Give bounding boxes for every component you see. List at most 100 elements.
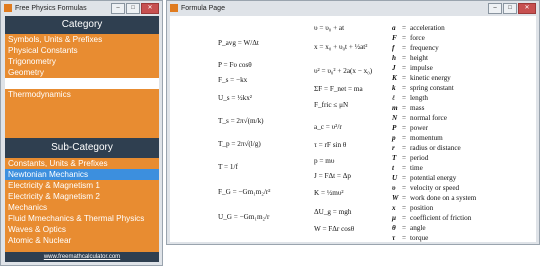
legend-desc: radius or distance xyxy=(410,144,461,152)
title-bar[interactable]: Free Physics Formulas – □ ✕ xyxy=(1,1,162,15)
legend-symbol: υ xyxy=(392,184,396,192)
formulas-window: Free Physics Formulas – □ ✕ Category Sym… xyxy=(0,0,163,266)
footer-bar: www.freemathcalculator.com xyxy=(5,252,159,262)
legend-desc: torque xyxy=(410,234,429,242)
formula: U_s = ½kx² xyxy=(218,94,252,102)
legend-symbol: θ xyxy=(392,224,396,232)
maximize-button[interactable]: □ xyxy=(126,2,140,14)
legend-desc: kinetic energy xyxy=(410,74,451,82)
formula: K = ½mυ² xyxy=(314,189,344,197)
legend-desc: velocity or speed xyxy=(410,184,460,192)
legend-desc: position xyxy=(410,204,434,212)
formula: J = FΔt = Δp xyxy=(314,172,351,180)
subcategory-item[interactable]: Mechanics xyxy=(5,202,159,213)
legend-desc: work done on a system xyxy=(410,194,477,202)
legend-symbol: t xyxy=(392,164,394,172)
formula: τ = rF sin θ xyxy=(314,141,347,149)
legend-symbol: f xyxy=(392,44,395,52)
formula: ΔU_g = mgh xyxy=(314,208,352,216)
formula: P = Fυ cosθ xyxy=(218,61,252,69)
formula: F_G = −Gm₁m₂/r² xyxy=(218,188,271,196)
formula: a_c = υ²/r xyxy=(314,123,342,131)
legend-desc: impulse xyxy=(410,64,433,72)
legend-symbol: τ xyxy=(392,234,396,242)
formula: T_s = 2π√(m/k) xyxy=(218,117,264,125)
close-button[interactable]: ✕ xyxy=(518,2,536,14)
legend-desc: height xyxy=(410,54,428,62)
app-icon xyxy=(170,4,178,12)
legend-desc: period xyxy=(410,154,429,162)
legend-symbol: ℓ xyxy=(392,94,396,102)
legend-symbol: μ xyxy=(392,214,396,222)
legend-desc: power xyxy=(410,124,428,132)
formula: υ² = υ₀² + 2a(x − x₀) xyxy=(314,67,373,75)
minimize-button[interactable]: – xyxy=(488,2,502,14)
legend-desc: spring constant xyxy=(410,84,454,92)
app-icon xyxy=(4,4,12,12)
formula-sheet: P_avg = W/Δt P = Fυ cosθ F_s = −kx U_s =… xyxy=(170,16,536,242)
legend-symbol: a xyxy=(392,24,396,32)
legend-desc: mass xyxy=(410,104,425,112)
legend-desc: angle xyxy=(410,224,426,232)
legend-symbol: h xyxy=(392,54,396,62)
legend-desc: potential energy xyxy=(410,174,457,182)
minimize-button[interactable]: – xyxy=(111,2,125,14)
subcategory-header: Sub-Category xyxy=(5,138,159,158)
legend-desc: force xyxy=(410,34,425,42)
legend-symbol: m xyxy=(392,104,398,112)
window-title: Formula Page xyxy=(181,4,225,12)
legend-symbol: N xyxy=(392,114,398,122)
website-link[interactable]: www.freemathcalculator.com xyxy=(44,254,120,260)
formula: T = 1/f xyxy=(218,163,238,171)
legend-symbol: J xyxy=(392,64,396,72)
subcategory-item[interactable]: Atomic & Nuclear xyxy=(5,235,159,246)
category-item[interactable]: Geometry xyxy=(5,67,159,78)
subcategory-item-selected[interactable]: Newtonian Mechanics xyxy=(5,169,159,180)
formula-page-window: Formula Page – □ ✕ P_avg = W/Δt P = Fυ c… xyxy=(166,0,540,245)
subcategory-item[interactable]: Constants, Units & Prefixes xyxy=(5,158,159,169)
legend-desc: coefficient of friction xyxy=(410,214,472,222)
category-item[interactable]: Symbols, Units & Prefixes xyxy=(5,34,159,45)
legend-symbol: P xyxy=(392,124,397,132)
category-item[interactable]: Thermodynamics xyxy=(5,89,159,100)
formula: F_fric ≤ μN xyxy=(314,101,349,109)
subcategory-item[interactable]: Waves & Optics xyxy=(5,224,159,235)
legend-symbol: F xyxy=(392,34,397,42)
formula: υ = υ₀ + at xyxy=(314,24,345,32)
window-title: Free Physics Formulas xyxy=(15,4,87,12)
formula: p = mυ xyxy=(314,157,335,165)
category-item-selected[interactable] xyxy=(5,78,159,89)
legend-symbol: W xyxy=(392,194,399,202)
title-bar[interactable]: Formula Page – □ ✕ xyxy=(167,1,539,15)
subcategory-item[interactable]: Electricity & Magnetism 2 xyxy=(5,191,159,202)
legend-symbol: T xyxy=(392,154,397,162)
legend-symbol: x xyxy=(392,204,396,212)
formula: ΣF = F_net = ma xyxy=(314,85,363,93)
legend-symbol: K xyxy=(392,74,397,82)
formula: x = x₀ + υ₀t + ½at² xyxy=(314,43,368,51)
formula: T_p = 2π√(l/g) xyxy=(218,140,261,148)
legend-desc: length xyxy=(410,94,428,102)
maximize-button[interactable]: □ xyxy=(503,2,517,14)
category-list: Symbols, Units & Prefixes Physical Const… xyxy=(5,34,159,100)
legend-symbol: r xyxy=(392,144,395,152)
subcategory-item[interactable]: Electricity & Magnetism 1 xyxy=(5,180,159,191)
formula: U_G = −Gm₁m₂/r xyxy=(218,213,270,221)
category-header: Category xyxy=(5,16,159,34)
main-panel: Category Symbols, Units & Prefixes Physi… xyxy=(5,16,159,262)
close-button[interactable]: ✕ xyxy=(141,2,159,14)
legend-desc: momentum xyxy=(410,134,443,142)
legend-desc: frequency xyxy=(410,44,439,52)
legend-desc: time xyxy=(410,164,423,172)
subcategory-item[interactable]: Fluid Mmechanics & Thermal Physics xyxy=(5,213,159,224)
formula: P_avg = W/Δt xyxy=(218,39,259,47)
formula: W = FΔr cosθ xyxy=(314,225,355,233)
legend-desc: normal force xyxy=(410,114,447,122)
category-item[interactable]: Physical Constants xyxy=(5,45,159,56)
legend-symbol: p xyxy=(392,134,396,142)
legend-symbol: U xyxy=(392,174,398,182)
legend-symbol: k xyxy=(392,84,396,92)
category-item[interactable]: Trigonometry xyxy=(5,56,159,67)
formula: F_s = −kx xyxy=(218,76,248,84)
subcategory-list: Constants, Units & Prefixes Newtonian Me… xyxy=(5,158,159,246)
